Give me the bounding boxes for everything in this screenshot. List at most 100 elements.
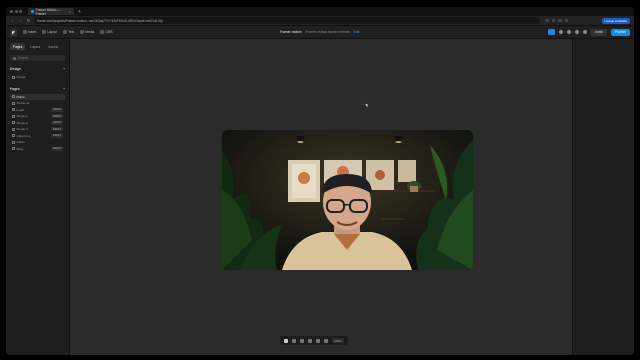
- menu-icon[interactable]: [564, 18, 568, 23]
- add-page-icon[interactable]: +: [63, 87, 65, 91]
- status-badge: DRAFT: [51, 120, 63, 125]
- sidebar-item-single-3[interactable]: Single-3 DRAFT: [10, 126, 65, 133]
- toolbar-right: Invite Publish: [548, 28, 630, 36]
- preview-icon[interactable]: [324, 338, 328, 343]
- close-window-button[interactable]: [10, 10, 13, 13]
- webcam-video-frame[interactable]: [222, 130, 473, 270]
- image-icon: [80, 30, 84, 34]
- page-icon: [12, 114, 15, 118]
- database-icon: [100, 30, 104, 34]
- page-icon: [12, 134, 15, 138]
- update-button[interactable]: Update Available: [601, 17, 630, 24]
- sidebar-item-label: Blog: [16, 146, 23, 151]
- forward-icon[interactable]: ›: [18, 18, 23, 23]
- project-name[interactable]: Framer-motion: [280, 30, 302, 34]
- home-icon: [12, 95, 15, 99]
- sidebar-item-label: Cards: [16, 140, 25, 145]
- toolbar-cms-label: CMS: [105, 30, 113, 34]
- status-badge: DRAFT: [51, 133, 63, 138]
- url-bar[interactable]: framer.com/projects/Framer-motion--mnGKG…: [34, 17, 540, 24]
- design-canvas[interactable]: 100%: [70, 39, 572, 355]
- address-bar-actions: [545, 18, 568, 23]
- profile-icon[interactable]: [558, 18, 562, 23]
- invite-button[interactable]: Invite: [591, 28, 608, 36]
- reload-icon[interactable]: ↻: [26, 18, 31, 24]
- frame-icon[interactable]: [308, 338, 312, 343]
- tab-layers[interactable]: Layers: [27, 43, 43, 50]
- sidebar-item-label: Design: [16, 75, 27, 80]
- url-text: framer.com/projects/Framer-motion--mnGKG…: [37, 18, 163, 23]
- add-design-icon[interactable]: +: [63, 67, 65, 71]
- bookmark-icon[interactable]: [545, 18, 549, 23]
- browser-tab[interactable]: Framer Motion — Framer ×: [28, 7, 74, 16]
- webcam-scene-illustration: [222, 130, 473, 270]
- page-icon: [12, 75, 15, 79]
- publish-button[interactable]: Publish: [611, 28, 630, 36]
- sparkle-icon[interactable]: [559, 30, 564, 34]
- properties-panel: [572, 39, 634, 355]
- avatar[interactable]: [575, 30, 580, 34]
- window-controls: [10, 10, 22, 13]
- tab-assets[interactable]: Assets: [45, 43, 61, 50]
- framer-favicon-icon: [31, 10, 34, 13]
- toolbar-insert[interactable]: Insert: [23, 30, 36, 34]
- page-icon: [12, 121, 15, 125]
- comment-icon[interactable]: [300, 338, 304, 343]
- play-icon[interactable]: [583, 30, 588, 34]
- toolbar-insert-label: Insert: [28, 30, 37, 34]
- sidebar-item-design[interactable]: Design: [10, 74, 65, 81]
- editor-main: Pages Layers Assets Search... Design + D…: [6, 39, 634, 355]
- toolbar-layout[interactable]: Layout: [42, 30, 57, 34]
- text-icon: [63, 30, 67, 34]
- sidebar-item-thank-ok[interactable]: Thank-ok: [10, 100, 65, 107]
- design-section-header: Design +: [10, 67, 65, 71]
- left-sidebar: Pages Layers Assets Search... Design + D…: [6, 39, 70, 355]
- sidebar-item-cards[interactable]: Cards: [10, 139, 65, 146]
- address-row: ‹ › ↻ framer.com/projects/Framer-motion-…: [6, 16, 634, 26]
- page-icon: [12, 140, 15, 144]
- sidebar-item-single-1[interactable]: Single-1 DRAFT: [10, 113, 65, 120]
- sidebar-item-blog[interactable]: Blog DRAFT: [10, 146, 65, 153]
- search-icon: [13, 56, 16, 60]
- breakpoint-icon[interactable]: [548, 29, 556, 35]
- project-title-area: Framer-motion Framer-motion.framer.websi…: [280, 30, 359, 34]
- toolbar-media-label: Media: [85, 30, 95, 34]
- maximize-window-button[interactable]: [19, 10, 22, 13]
- toolbar-layout-label: Layout: [47, 30, 58, 34]
- sidebar-item-label: Single-2: [16, 120, 28, 125]
- layout-icon: [42, 30, 46, 34]
- back-icon[interactable]: ‹: [10, 18, 15, 23]
- sidebar-item-label: Upcoming: [16, 133, 31, 138]
- browser-tab-strip: Framer Motion — Framer × +: [6, 7, 634, 16]
- browser-tab-title: Framer Motion — Framer: [35, 7, 61, 16]
- project-badge[interactable]: Edit: [354, 30, 360, 34]
- bottom-tool-dock: 100%: [280, 336, 348, 345]
- status-badge: DRAFT: [51, 146, 63, 151]
- close-tab-icon[interactable]: ×: [69, 10, 71, 14]
- select-icon[interactable]: [284, 338, 288, 343]
- new-tab-icon[interactable]: +: [76, 9, 83, 15]
- sidebar-tabs: Pages Layers Assets: [10, 43, 65, 50]
- project-domain[interactable]: Framer-motion.framer.website: [306, 30, 350, 34]
- minimize-window-button[interactable]: [14, 10, 18, 13]
- sidebar-item-label: Single-1: [16, 114, 28, 119]
- extensions-icon[interactable]: [551, 18, 555, 23]
- page-icon: [12, 101, 15, 105]
- sidebar-item-label: Legal: [16, 107, 25, 112]
- search-input[interactable]: Search...: [10, 55, 65, 61]
- toolbar-cms[interactable]: CMS: [100, 30, 113, 34]
- zoom-level[interactable]: 100%: [332, 338, 344, 343]
- toolbar-text[interactable]: Text: [63, 30, 74, 34]
- settings-icon[interactable]: [316, 338, 320, 343]
- status-badge: DRAFT: [51, 127, 63, 132]
- pages-heading: Pages: [10, 86, 20, 91]
- settings-icon[interactable]: [567, 30, 572, 34]
- hand-icon[interactable]: [292, 338, 296, 343]
- mouse-cursor-icon: [365, 102, 369, 108]
- tab-pages[interactable]: Pages: [10, 43, 26, 50]
- app-toolbar: ◤ Insert Layout Text Media CMS Framer-mo…: [6, 26, 634, 39]
- framer-logo-icon[interactable]: ◤: [10, 28, 17, 36]
- page-icon: [12, 127, 15, 131]
- page-icon: [12, 147, 15, 151]
- toolbar-media[interactable]: Media: [80, 30, 94, 34]
